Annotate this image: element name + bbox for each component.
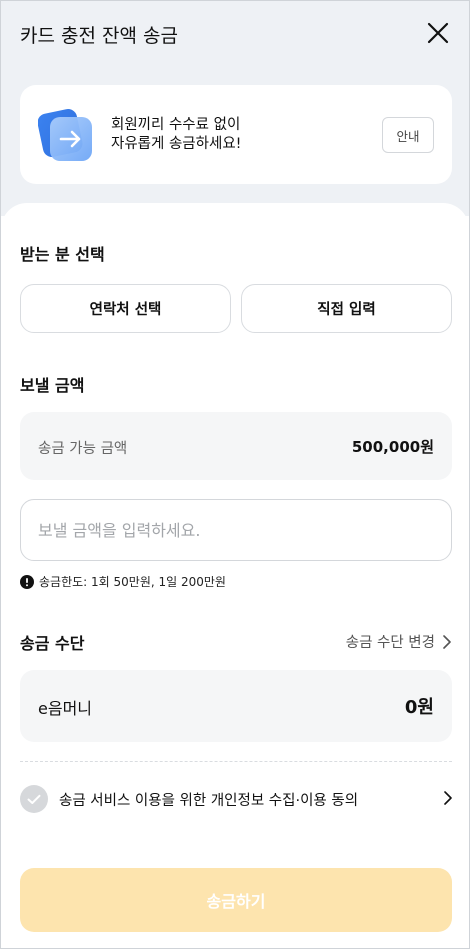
transfer-card-icon	[38, 108, 92, 161]
consent-text: 송금 서비스 이용을 위한 개인정보 수집·이용 동의	[59, 792, 359, 809]
banner-text: 회원끼리 수수료 없이 자유롭게 송금하세요!	[111, 116, 241, 154]
available-amount-label: 송금 가능 금액	[38, 441, 128, 457]
emoney-balance-box: e음머니 0원	[20, 670, 452, 742]
method-section-title: 송금 수단	[20, 634, 85, 653]
direct-input-button[interactable]: 직접 입력	[241, 284, 452, 333]
recipient-section-title: 받는 분 선택	[20, 245, 105, 264]
change-method-link[interactable]: 송금 수단 변경	[346, 631, 451, 652]
transfer-form-sheet: 받는 분 선택 연락처 선택 직접 입력 보낼 금액 송금 가능 금액 500,…	[1, 203, 469, 948]
privacy-consent-row[interactable]: 송금 서비스 이용을 위한 개인정보 수집·이용 동의	[20, 785, 452, 813]
guide-button[interactable]: 안내	[382, 117, 434, 153]
chevron-right-icon[interactable]	[444, 791, 452, 805]
divider	[20, 761, 452, 762]
change-method-label: 송금 수단 변경	[345, 635, 435, 651]
chevron-right-icon	[443, 634, 451, 649]
consent-checkbox[interactable]	[20, 785, 48, 813]
banner-line-2: 자유롭게 송금하세요!	[111, 136, 242, 152]
select-contact-button[interactable]: 연락처 선택	[20, 284, 231, 333]
available-amount-box: 송금 가능 금액 500,000원	[20, 412, 452, 480]
available-amount-value: 500,000원	[351, 438, 434, 456]
check-icon	[27, 794, 41, 804]
limit-notice: 송금한도: 1회 50만원, 1일 200만원	[20, 573, 226, 590]
send-money-button[interactable]: 송금하기	[20, 868, 452, 932]
promo-banner: 회원끼리 수수료 없이 자유롭게 송금하세요! 안내	[20, 85, 452, 184]
amount-section-title: 보낼 금액	[20, 376, 85, 395]
banner-line-1: 회원끼리 수수료 없이	[111, 117, 241, 133]
emoney-balance: 0원	[404, 697, 434, 718]
limit-text: 송금한도: 1회 50만원, 1일 200만원	[39, 575, 226, 589]
info-alert-icon	[20, 574, 34, 589]
page-title: 카드 충전 잔액 송금	[20, 25, 178, 47]
close-icon[interactable]	[425, 20, 451, 46]
emoney-label: e음머니	[38, 699, 93, 718]
top-area: 카드 충전 잔액 송금 회원끼리 수수료 없이 자유롭게 송금하세요! 안내	[1, 1, 469, 216]
amount-input[interactable]	[20, 499, 452, 561]
